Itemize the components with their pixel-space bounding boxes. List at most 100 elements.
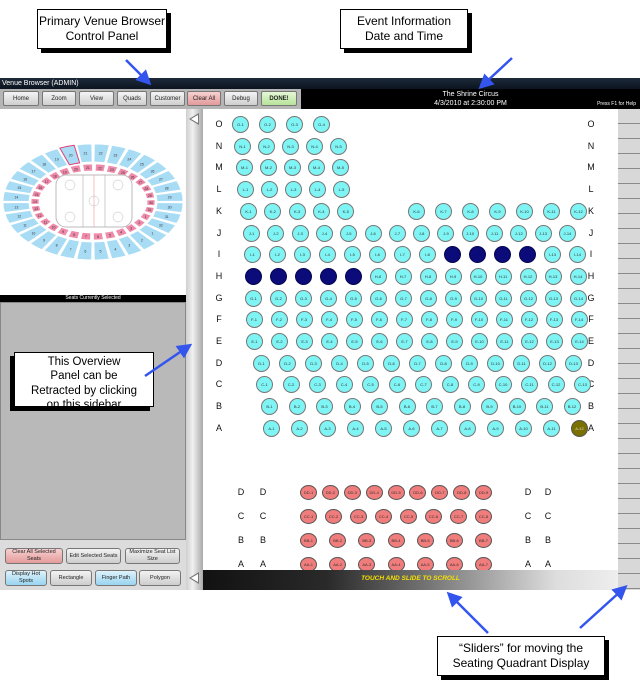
- seat-l-5[interactable]: L-5: [333, 181, 350, 199]
- seat-i-2[interactable]: I-2: [269, 246, 286, 264]
- seat-j-9[interactable]: J-9: [437, 224, 455, 242]
- seat-g-10[interactable]: G-10: [470, 289, 487, 307]
- seat-d-11[interactable]: D-11: [513, 354, 530, 372]
- seat-c-2[interactable]: C-2: [282, 376, 300, 394]
- seat-o-2[interactable]: O-2: [259, 116, 276, 133]
- seat-cc-7[interactable]: CC-7: [450, 509, 467, 524]
- seat-h-5[interactable]: H-5: [344, 267, 362, 285]
- seat-e-14[interactable]: E-14: [571, 333, 588, 350]
- seat-g-9[interactable]: G-9: [445, 289, 462, 307]
- seat-k-8[interactable]: K-8: [462, 202, 479, 220]
- seat-cc-3[interactable]: CC-3: [350, 509, 367, 524]
- seat-dd-3[interactable]: DD-3: [343, 485, 361, 500]
- seat-n-2[interactable]: N-2: [258, 137, 275, 155]
- seat-e-12[interactable]: E-12: [521, 333, 538, 350]
- seat-d-13[interactable]: D-13: [565, 354, 582, 372]
- seat-m-3[interactable]: M-3: [284, 159, 301, 177]
- seat-j-6[interactable]: J-6: [364, 224, 382, 242]
- seat-d-3[interactable]: D-3: [305, 354, 322, 372]
- seat-bb-4[interactable]: BB-4: [387, 533, 405, 548]
- seat-c-5[interactable]: C-5: [362, 376, 379, 394]
- seat-h-7[interactable]: H-7: [394, 267, 412, 285]
- seat-bb-5[interactable]: BB-5: [416, 533, 434, 548]
- venue-overview-panel[interactable]: 20 21 22 23 24 25 26 27 28 29 30 31 32 1 2 3 4 5 6 7 8 9 10 11 1…: [0, 109, 187, 295]
- seat-k-12[interactable]: K-12: [570, 202, 587, 220]
- seat-f-10[interactable]: F-10: [470, 311, 488, 329]
- seat-bb-1[interactable]: BB-1: [300, 533, 317, 548]
- seat-d-1[interactable]: D-1: [253, 354, 270, 372]
- seat-a-7[interactable]: A-7: [431, 419, 448, 437]
- seat-d-2[interactable]: D-2: [279, 354, 296, 372]
- toolbar-button-zoom[interactable]: Zoom: [42, 91, 76, 106]
- seat-m-4[interactable]: M-4: [308, 159, 325, 177]
- seat-b-5[interactable]: B-5: [371, 398, 388, 416]
- seat-e-6[interactable]: E-6: [371, 333, 388, 350]
- seat-l-4[interactable]: L-4: [309, 181, 326, 199]
- seat-g-12[interactable]: G-12: [520, 289, 537, 307]
- seat-cc-8[interactable]: CC-8: [475, 509, 492, 524]
- seat-j-7[interactable]: J-7: [388, 224, 406, 242]
- seat-dd-6[interactable]: DD-6: [409, 485, 427, 500]
- seat-n-5[interactable]: N-5: [330, 137, 347, 155]
- seat-e-1[interactable]: E-1: [246, 333, 263, 350]
- seat-g-3[interactable]: G-3: [295, 289, 312, 307]
- polygon-button[interactable]: Polygon: [139, 570, 181, 586]
- seat-a-4[interactable]: A-4: [347, 419, 364, 437]
- seat-a-1[interactable]: A-1: [263, 419, 280, 437]
- seat-i-3[interactable]: I-3: [294, 246, 311, 264]
- toolbar-button-done[interactable]: DONE!: [261, 91, 297, 106]
- seat-k-11[interactable]: K-11: [543, 202, 560, 220]
- toolbar-button-clear-all[interactable]: Clear All: [187, 91, 221, 106]
- vertical-slider[interactable]: [618, 109, 640, 590]
- seat-h-4[interactable]: H-4: [319, 267, 337, 285]
- seat-h-10[interactable]: H-10: [469, 267, 487, 285]
- seat-dd-1[interactable]: DD-1: [300, 485, 317, 500]
- seat-a-12[interactable]: A-12: [571, 419, 588, 437]
- seat-d-5[interactable]: D-5: [357, 354, 374, 372]
- seat-c-13[interactable]: C-13: [574, 376, 591, 394]
- seat-j-5[interactable]: J-5: [340, 224, 358, 242]
- seat-g-4[interactable]: G-4: [320, 289, 337, 307]
- seat-k-4[interactable]: K-4: [312, 202, 330, 220]
- seat-bb-6[interactable]: BB-6: [445, 533, 463, 548]
- overview-retract-sidebar[interactable]: [186, 109, 203, 590]
- arena-overview-map[interactable]: 20 21 22 2324252627282930313212345678910111…: [0, 109, 186, 295]
- seat-g-6[interactable]: G-6: [370, 289, 387, 307]
- seat-i-4[interactable]: I-4: [319, 246, 336, 264]
- seat-bb-3[interactable]: BB-3: [358, 533, 376, 548]
- toolbar-button-view[interactable]: View: [79, 91, 114, 106]
- seat-n-3[interactable]: N-3: [282, 137, 299, 155]
- seat-j-3[interactable]: J-3: [291, 224, 309, 242]
- seat-dd-2[interactable]: DD-2: [321, 485, 339, 500]
- seat-j-2[interactable]: J-2: [267, 224, 285, 242]
- edit-selected-seats-button[interactable]: Edit Selected Seats: [66, 548, 121, 564]
- seat-e-11[interactable]: E-11: [496, 333, 513, 350]
- seat-a-5[interactable]: A-5: [375, 419, 392, 437]
- seat-c-12[interactable]: C-12: [547, 376, 565, 394]
- seat-a-8[interactable]: A-8: [459, 419, 476, 437]
- seat-dd-9[interactable]: DD-9: [475, 485, 492, 500]
- seat-e-4[interactable]: E-4: [321, 333, 338, 350]
- seat-h-14[interactable]: H-14: [569, 267, 587, 285]
- seat-h-1[interactable]: H-1: [244, 267, 262, 285]
- toolbar-button-quads[interactable]: Quads: [117, 91, 147, 106]
- seat-i-12[interactable]: I-12: [519, 246, 536, 264]
- seat-l-3[interactable]: L-3: [285, 181, 302, 199]
- seat-e-8[interactable]: E-8: [421, 333, 438, 350]
- seat-a-3[interactable]: A-3: [319, 419, 336, 437]
- seat-b-12[interactable]: B-12: [563, 398, 581, 416]
- toolbar-button-debug[interactable]: Debug: [224, 91, 258, 106]
- seat-b-9[interactable]: B-9: [481, 398, 498, 416]
- seat-dd-8[interactable]: DD-8: [453, 485, 471, 500]
- seat-e-9[interactable]: E-9: [446, 333, 463, 350]
- seat-cc-6[interactable]: CC-6: [425, 509, 442, 524]
- clear-all-selected-seats-button[interactable]: Clear All Selected Seats: [5, 548, 63, 564]
- seat-d-12[interactable]: D-12: [539, 354, 556, 372]
- seat-c-7[interactable]: C-7: [415, 376, 432, 394]
- seat-b-1[interactable]: B-1: [261, 398, 278, 416]
- seat-b-6[interactable]: B-6: [398, 398, 416, 416]
- seating-quadrant-display[interactable]: O O O-1 O-2 O-3 O-4 N N N-1 N-2 N-3 N-4 N-5 M M M-1 M-2 M…: [203, 109, 618, 572]
- seat-b-7[interactable]: B-7: [426, 398, 443, 416]
- seat-i-10[interactable]: I-10: [469, 246, 486, 264]
- seat-b-4[interactable]: B-4: [343, 398, 361, 416]
